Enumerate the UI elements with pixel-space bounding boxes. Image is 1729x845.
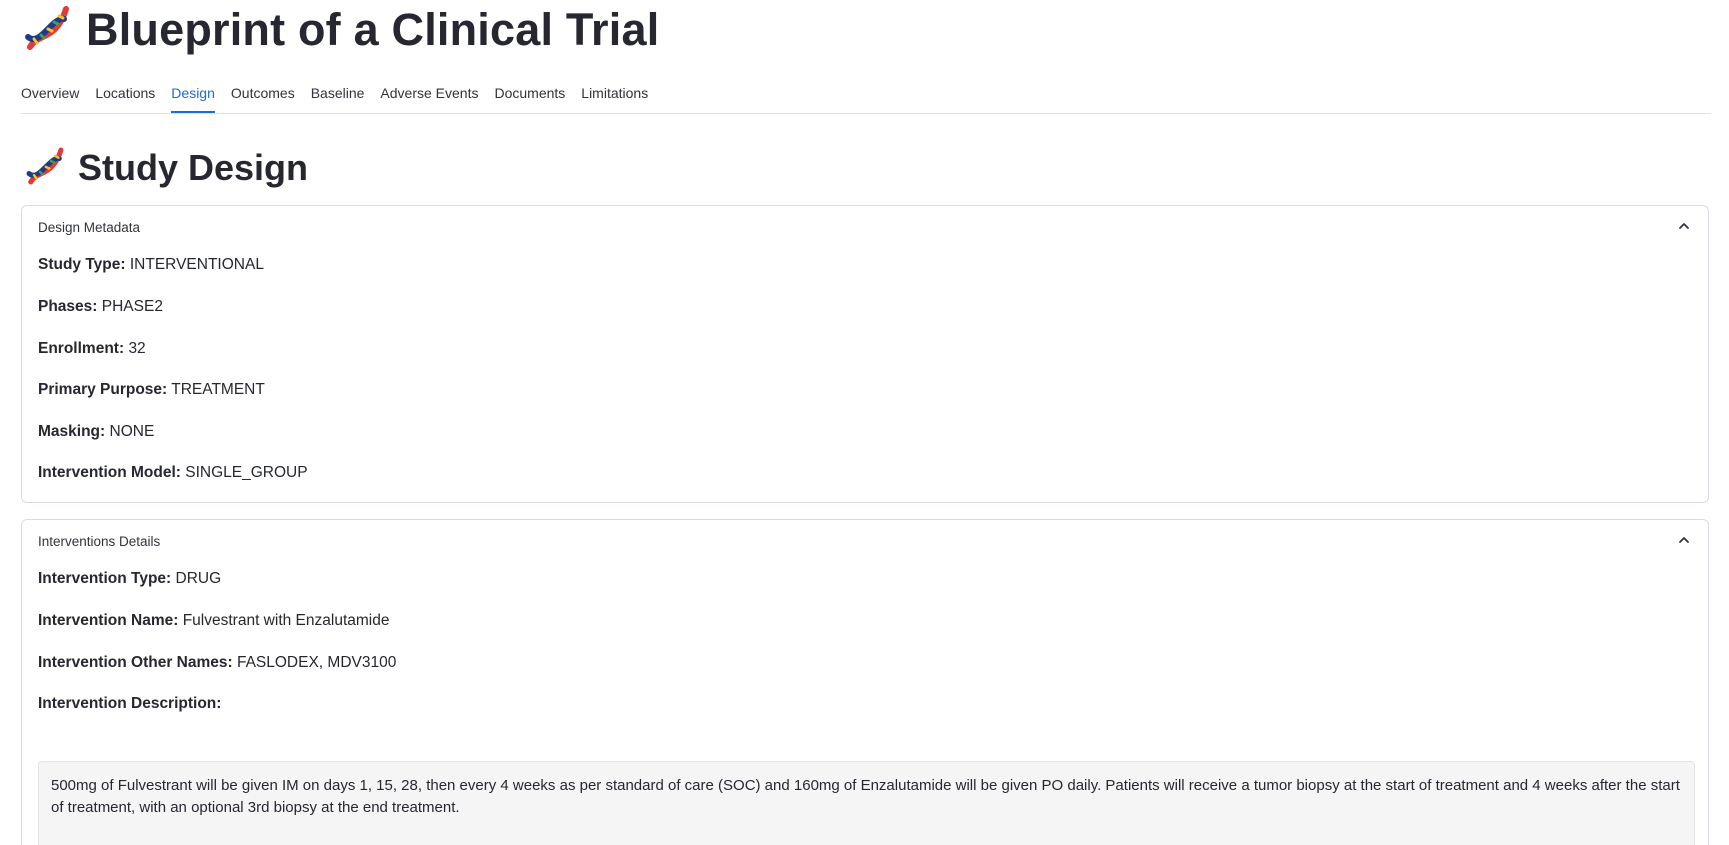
field-value: 32	[128, 340, 146, 357]
field-value: DRUG	[175, 570, 222, 587]
app-page: Blueprint of a Clinical Trial Overview L…	[0, 0, 1729, 845]
field-intervention-type: Intervention Type: DRUG	[38, 570, 221, 588]
field-study-type: Study Type: INTERVENTIONAL	[38, 256, 264, 274]
field-value: INTERVENTIONAL	[129, 256, 264, 273]
tab-bar: Overview Locations Design Outcomes Basel…	[21, 78, 1711, 114]
expander-title: Interventions Details	[38, 534, 161, 549]
section-title: Study Design	[78, 147, 309, 188]
field-intervention-name: Intervention Name: Fulvestrant with Enza…	[38, 612, 389, 630]
app-header: Blueprint of a Clinical Trial	[22, 2, 659, 58]
tab-design[interactable]: Design	[171, 78, 215, 113]
app-title: Blueprint of a Clinical Trial	[86, 4, 660, 55]
field-label: Intervention Type:	[38, 570, 172, 587]
tab-locations[interactable]: Locations	[95, 78, 155, 112]
dna-icon	[24, 145, 66, 192]
chevron-up-icon[interactable]	[1678, 220, 1690, 232]
chevron-up-icon[interactable]	[1678, 534, 1690, 546]
field-label: Masking:	[38, 423, 106, 440]
field-label: Study Type:	[38, 256, 126, 273]
field-value: NONE	[109, 423, 155, 440]
tab-overview[interactable]: Overview	[21, 78, 79, 112]
field-value: TREATMENT	[171, 381, 265, 398]
field-label: Intervention Name:	[38, 612, 179, 629]
tab-limitations[interactable]: Limitations	[581, 78, 648, 112]
interventions-expander: Interventions Details Intervention Type:…	[21, 519, 1709, 845]
field-intervention-model: Intervention Model: SINGLE_GROUP	[38, 464, 308, 482]
field-label: Intervention Other Names:	[38, 654, 233, 671]
field-primary-purpose: Primary Purpose: TREATMENT	[38, 381, 265, 399]
field-label: Intervention Description:	[38, 695, 222, 712]
field-masking: Masking: NONE	[38, 423, 154, 441]
tab-outcomes[interactable]: Outcomes	[231, 78, 295, 112]
field-value: PHASE2	[101, 298, 163, 315]
design-metadata-expander: Design Metadata Study Type: INTERVENTION…	[21, 205, 1709, 503]
field-label: Primary Purpose:	[38, 381, 168, 398]
field-label: Intervention Model:	[38, 464, 181, 481]
tab-adverse-events[interactable]: Adverse Events	[380, 78, 478, 112]
field-intervention-other-names: Intervention Other Names: FASLODEX, MDV3…	[38, 654, 396, 672]
field-value: Fulvestrant with Enzalutamide	[182, 612, 390, 629]
expander-title: Design Metadata	[38, 220, 141, 235]
field-label: Enrollment:	[38, 340, 125, 357]
field-value: SINGLE_GROUP	[185, 464, 308, 481]
field-phases: Phases: PHASE2	[38, 298, 163, 316]
intervention-description-box: 500mg of Fulvestrant will be given IM on…	[38, 761, 1695, 845]
field-enrollment: Enrollment: 32	[38, 340, 146, 358]
field-value: FASLODEX, MDV3100	[236, 654, 397, 671]
tab-baseline[interactable]: Baseline	[311, 78, 365, 112]
dna-icon	[22, 3, 72, 58]
tab-documents[interactable]: Documents	[494, 78, 565, 112]
field-intervention-description: Intervention Description:	[38, 695, 221, 713]
field-label: Phases:	[38, 298, 98, 315]
section-header: Study Design	[24, 143, 308, 193]
interventions-header[interactable]: Interventions Details	[22, 520, 1708, 554]
design-metadata-header[interactable]: Design Metadata	[22, 206, 1708, 240]
